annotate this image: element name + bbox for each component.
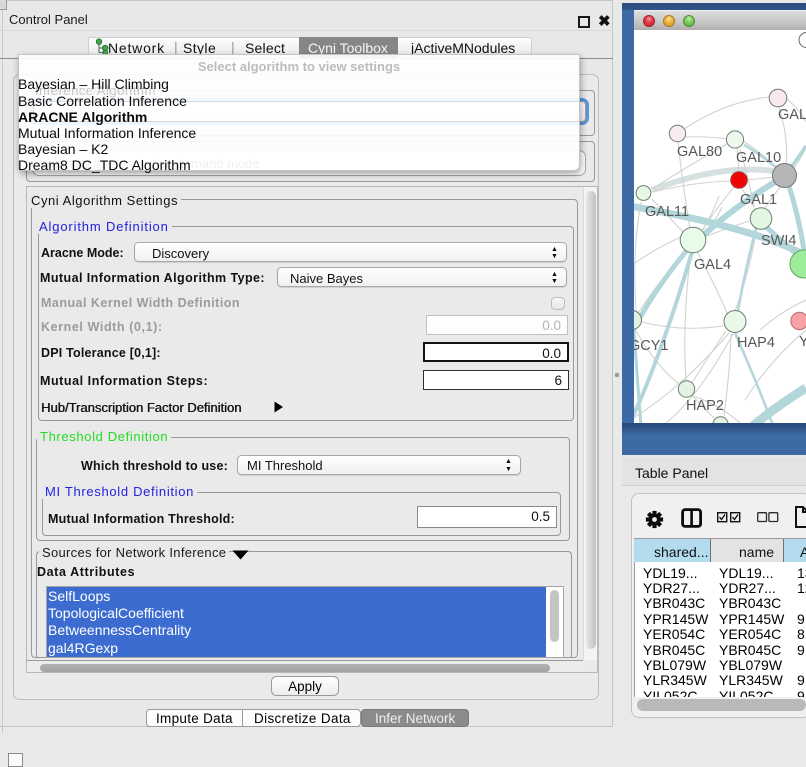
- svg-text:GAL1: GAL1: [740, 192, 777, 208]
- svg-text:GAL7: GAL7: [778, 107, 806, 123]
- svg-text:HAP2: HAP2: [686, 398, 724, 414]
- svg-text:GCY1: GCY1: [634, 338, 669, 354]
- svg-text:GAL11: GAL11: [645, 204, 689, 220]
- svg-text:YMR: YMR: [799, 334, 806, 350]
- svg-text:HAP4: HAP4: [737, 335, 775, 351]
- svg-text:GAL4: GAL4: [694, 257, 731, 273]
- svg-text:GAL80: GAL80: [677, 144, 722, 160]
- svg-text:GAL10: GAL10: [736, 150, 781, 166]
- svg-text:SWI4: SWI4: [761, 233, 796, 249]
